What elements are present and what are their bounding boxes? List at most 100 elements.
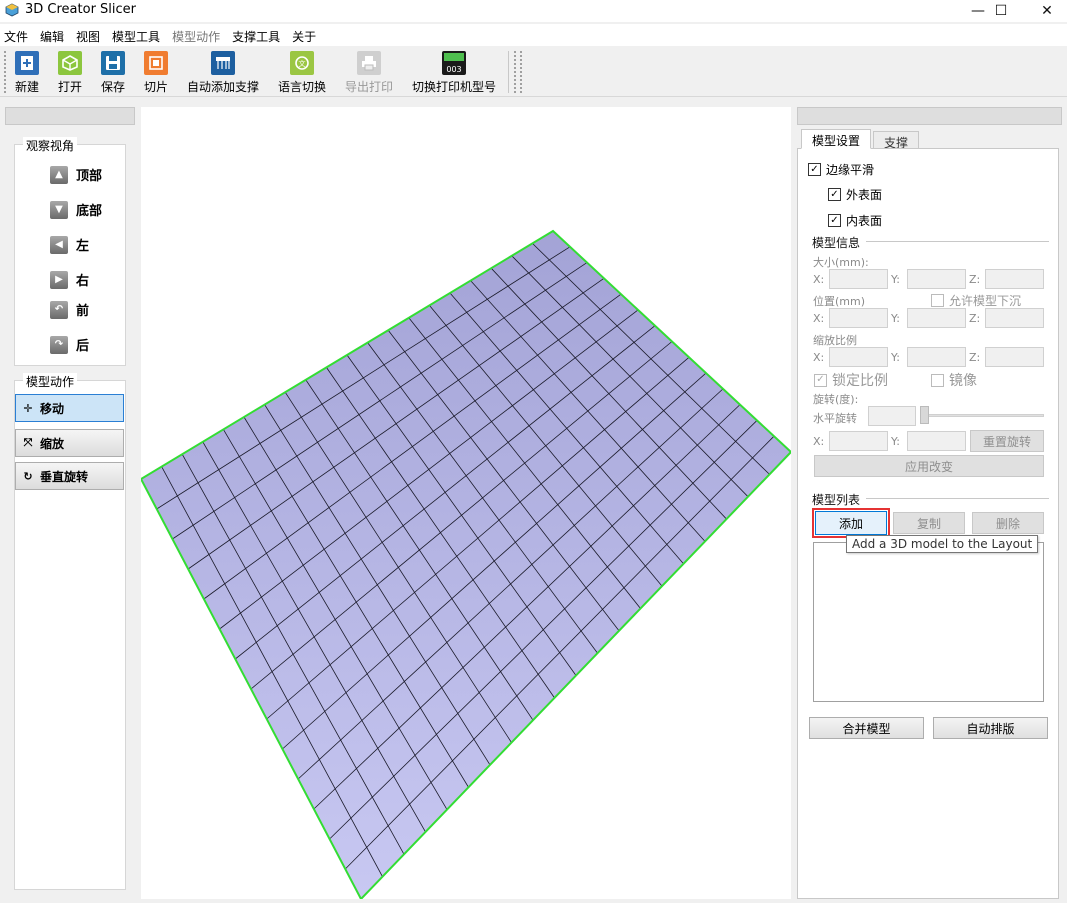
mirror-checkbox[interactable]: 镜像: [931, 370, 977, 390]
menu-file[interactable]: 文件: [0, 24, 34, 46]
toolbar-grip-2[interactable]: [513, 50, 517, 94]
view-front-button[interactable]: ↶ 前: [50, 300, 89, 319]
window-title: 3D Creator Slicer: [25, 2, 137, 17]
divider: [866, 241, 1049, 242]
save-button[interactable]: 保存: [99, 51, 127, 95]
delete-model-button[interactable]: 删除: [972, 512, 1044, 534]
left-panel-header: [5, 107, 135, 125]
open-icon: [58, 51, 82, 75]
size-z-label: Z:: [969, 273, 981, 286]
scale-z-field[interactable]: [985, 347, 1044, 367]
svg-text:文: 文: [299, 59, 306, 68]
position-z-field[interactable]: [985, 308, 1044, 328]
pos-z-label: Z:: [969, 312, 981, 325]
apply-changes-button[interactable]: 应用改变: [814, 455, 1044, 477]
scale-button[interactable]: ⤧ 缩放: [15, 429, 124, 457]
menu-bar: 文件 编辑 视图 模型工具 模型动作 支撑工具 关于: [0, 24, 1067, 46]
open-button[interactable]: 打开: [56, 51, 84, 95]
edge-smooth-checkbox[interactable]: ✓ 边缘平滑: [808, 161, 874, 178]
switch-printer-button[interactable]: 003 切换打印机型号: [410, 51, 498, 95]
checkbox-checked-icon: ✓: [808, 163, 821, 176]
inner-surface-checkbox[interactable]: ✓ 内表面: [828, 212, 882, 229]
move-button[interactable]: ✛ 移动: [15, 394, 124, 422]
3d-viewport[interactable]: [141, 107, 791, 899]
scale-x-label: X:: [813, 351, 825, 364]
add-model-button[interactable]: 添加: [815, 511, 887, 535]
size-x-label: X:: [813, 273, 825, 286]
right-panel: 模型设置 支撑 ✓ 边缘平滑 ✓ 外表面 ✓ 内表面 模型信息 大小(mm): …: [797, 107, 1062, 899]
size-x-field[interactable]: [829, 269, 888, 289]
rot-x-label: X:: [813, 435, 825, 448]
printer-model-icon: 003: [442, 51, 466, 75]
tab-model-settings[interactable]: 模型设置: [801, 129, 872, 149]
new-button[interactable]: 新建: [13, 51, 41, 95]
checkbox-unchecked-icon: [931, 294, 944, 307]
allow-sink-checkbox[interactable]: 允许模型下沉: [931, 292, 1021, 309]
toolbar: 新建 打开 保存 切片 自动添加支撑 文 语言切换 导出打印 003 切换打印机…: [0, 47, 1067, 97]
arrow-left-icon: ◀: [50, 235, 68, 254]
rotation-slider-thumb[interactable]: [920, 406, 929, 424]
printer-icon: [357, 51, 381, 75]
size-y-label: Y:: [891, 273, 900, 286]
size-z-field[interactable]: [985, 269, 1044, 289]
auto-support-button[interactable]: 自动添加支撑: [185, 51, 261, 95]
reset-rotation-button[interactable]: 重置旋转: [970, 430, 1044, 452]
horizontal-rotation-field[interactable]: [868, 406, 916, 426]
add-button-tooltip: Add a 3D model to the Layout: [846, 535, 1039, 553]
horizontal-rotation-label: 水平旋转: [813, 412, 857, 425]
menu-view[interactable]: 视图: [70, 24, 106, 46]
view-right-button[interactable]: ▶ 右: [50, 270, 89, 289]
slice-button[interactable]: 切片: [142, 51, 170, 95]
checkbox-checked-icon: ✓: [828, 188, 841, 201]
copy-model-button[interactable]: 复制: [893, 512, 965, 534]
menu-edit[interactable]: 编辑: [34, 24, 70, 46]
view-left-button[interactable]: ◀ 左: [50, 235, 89, 254]
maximize-button[interactable]: ☐: [978, 0, 1024, 22]
divider: [866, 498, 1049, 499]
view-bottom-button[interactable]: ▼ 底部: [50, 200, 102, 219]
build-plate[interactable]: [141, 107, 791, 899]
merge-models-button[interactable]: 合并模型: [809, 717, 924, 739]
rotation-label: 旋转(度):: [813, 393, 859, 406]
auto-layout-button[interactable]: 自动排版: [933, 717, 1048, 739]
language-button[interactable]: 文 语言切换: [276, 51, 328, 95]
toolbar-grip[interactable]: [3, 50, 7, 94]
left-panel: 观察视角 ▲ 顶部 ▼ 底部 ◀ 左 ▶ 右 ↶ 前 ↷ 后 模型动作 ✛ 移动: [5, 107, 135, 899]
arrow-up-bar-icon: ▲: [50, 165, 68, 184]
rotation-x-field[interactable]: [829, 431, 888, 451]
scale-y-field[interactable]: [907, 347, 966, 367]
rotation-y-field[interactable]: [907, 431, 966, 451]
menu-model-actions[interactable]: 模型动作: [166, 24, 226, 46]
tab-support[interactable]: 支撑: [873, 131, 920, 150]
arrow-right-icon: ▶: [50, 270, 68, 289]
model-settings-panel: ✓ 边缘平滑 ✓ 外表面 ✓ 内表面 模型信息 大小(mm): X: Y: Z:…: [797, 148, 1059, 899]
scale-z-label: Z:: [969, 351, 981, 364]
rot-y-label: Y:: [891, 435, 900, 448]
position-x-field[interactable]: [829, 308, 888, 328]
view-top-button[interactable]: ▲ 顶部: [50, 165, 102, 184]
redo-arrow-icon: ↷: [50, 335, 68, 354]
lock-ratio-checkbox[interactable]: ✓ 锁定比例: [814, 370, 888, 390]
save-icon: [101, 51, 125, 75]
model-action-title: 模型动作: [23, 373, 78, 390]
menu-about[interactable]: 关于: [286, 24, 322, 46]
model-list[interactable]: [813, 542, 1044, 702]
right-panel-header: [797, 107, 1062, 125]
rotation-slider-track[interactable]: [922, 414, 1044, 417]
vertical-rotate-button[interactable]: ↻ 垂直旋转: [15, 462, 124, 490]
scale-x-field[interactable]: [829, 347, 888, 367]
toolbar-grip-3[interactable]: [519, 50, 523, 94]
pos-x-label: X:: [813, 312, 825, 325]
new-file-icon: [15, 51, 39, 75]
size-y-field[interactable]: [907, 269, 966, 289]
position-y-field[interactable]: [907, 308, 966, 328]
menu-support-tools[interactable]: 支撑工具: [226, 24, 286, 46]
support-icon: [211, 51, 235, 75]
view-back-button[interactable]: ↷ 后: [50, 335, 89, 354]
close-button[interactable]: ✕: [1024, 0, 1067, 22]
export-print-button[interactable]: 导出打印: [343, 51, 395, 95]
toolbar-separator: [508, 51, 509, 93]
outer-surface-checkbox[interactable]: ✓ 外表面: [828, 186, 882, 203]
menu-model-tools[interactable]: 模型工具: [106, 24, 166, 46]
arrow-down-bar-icon: ▼: [50, 200, 68, 219]
